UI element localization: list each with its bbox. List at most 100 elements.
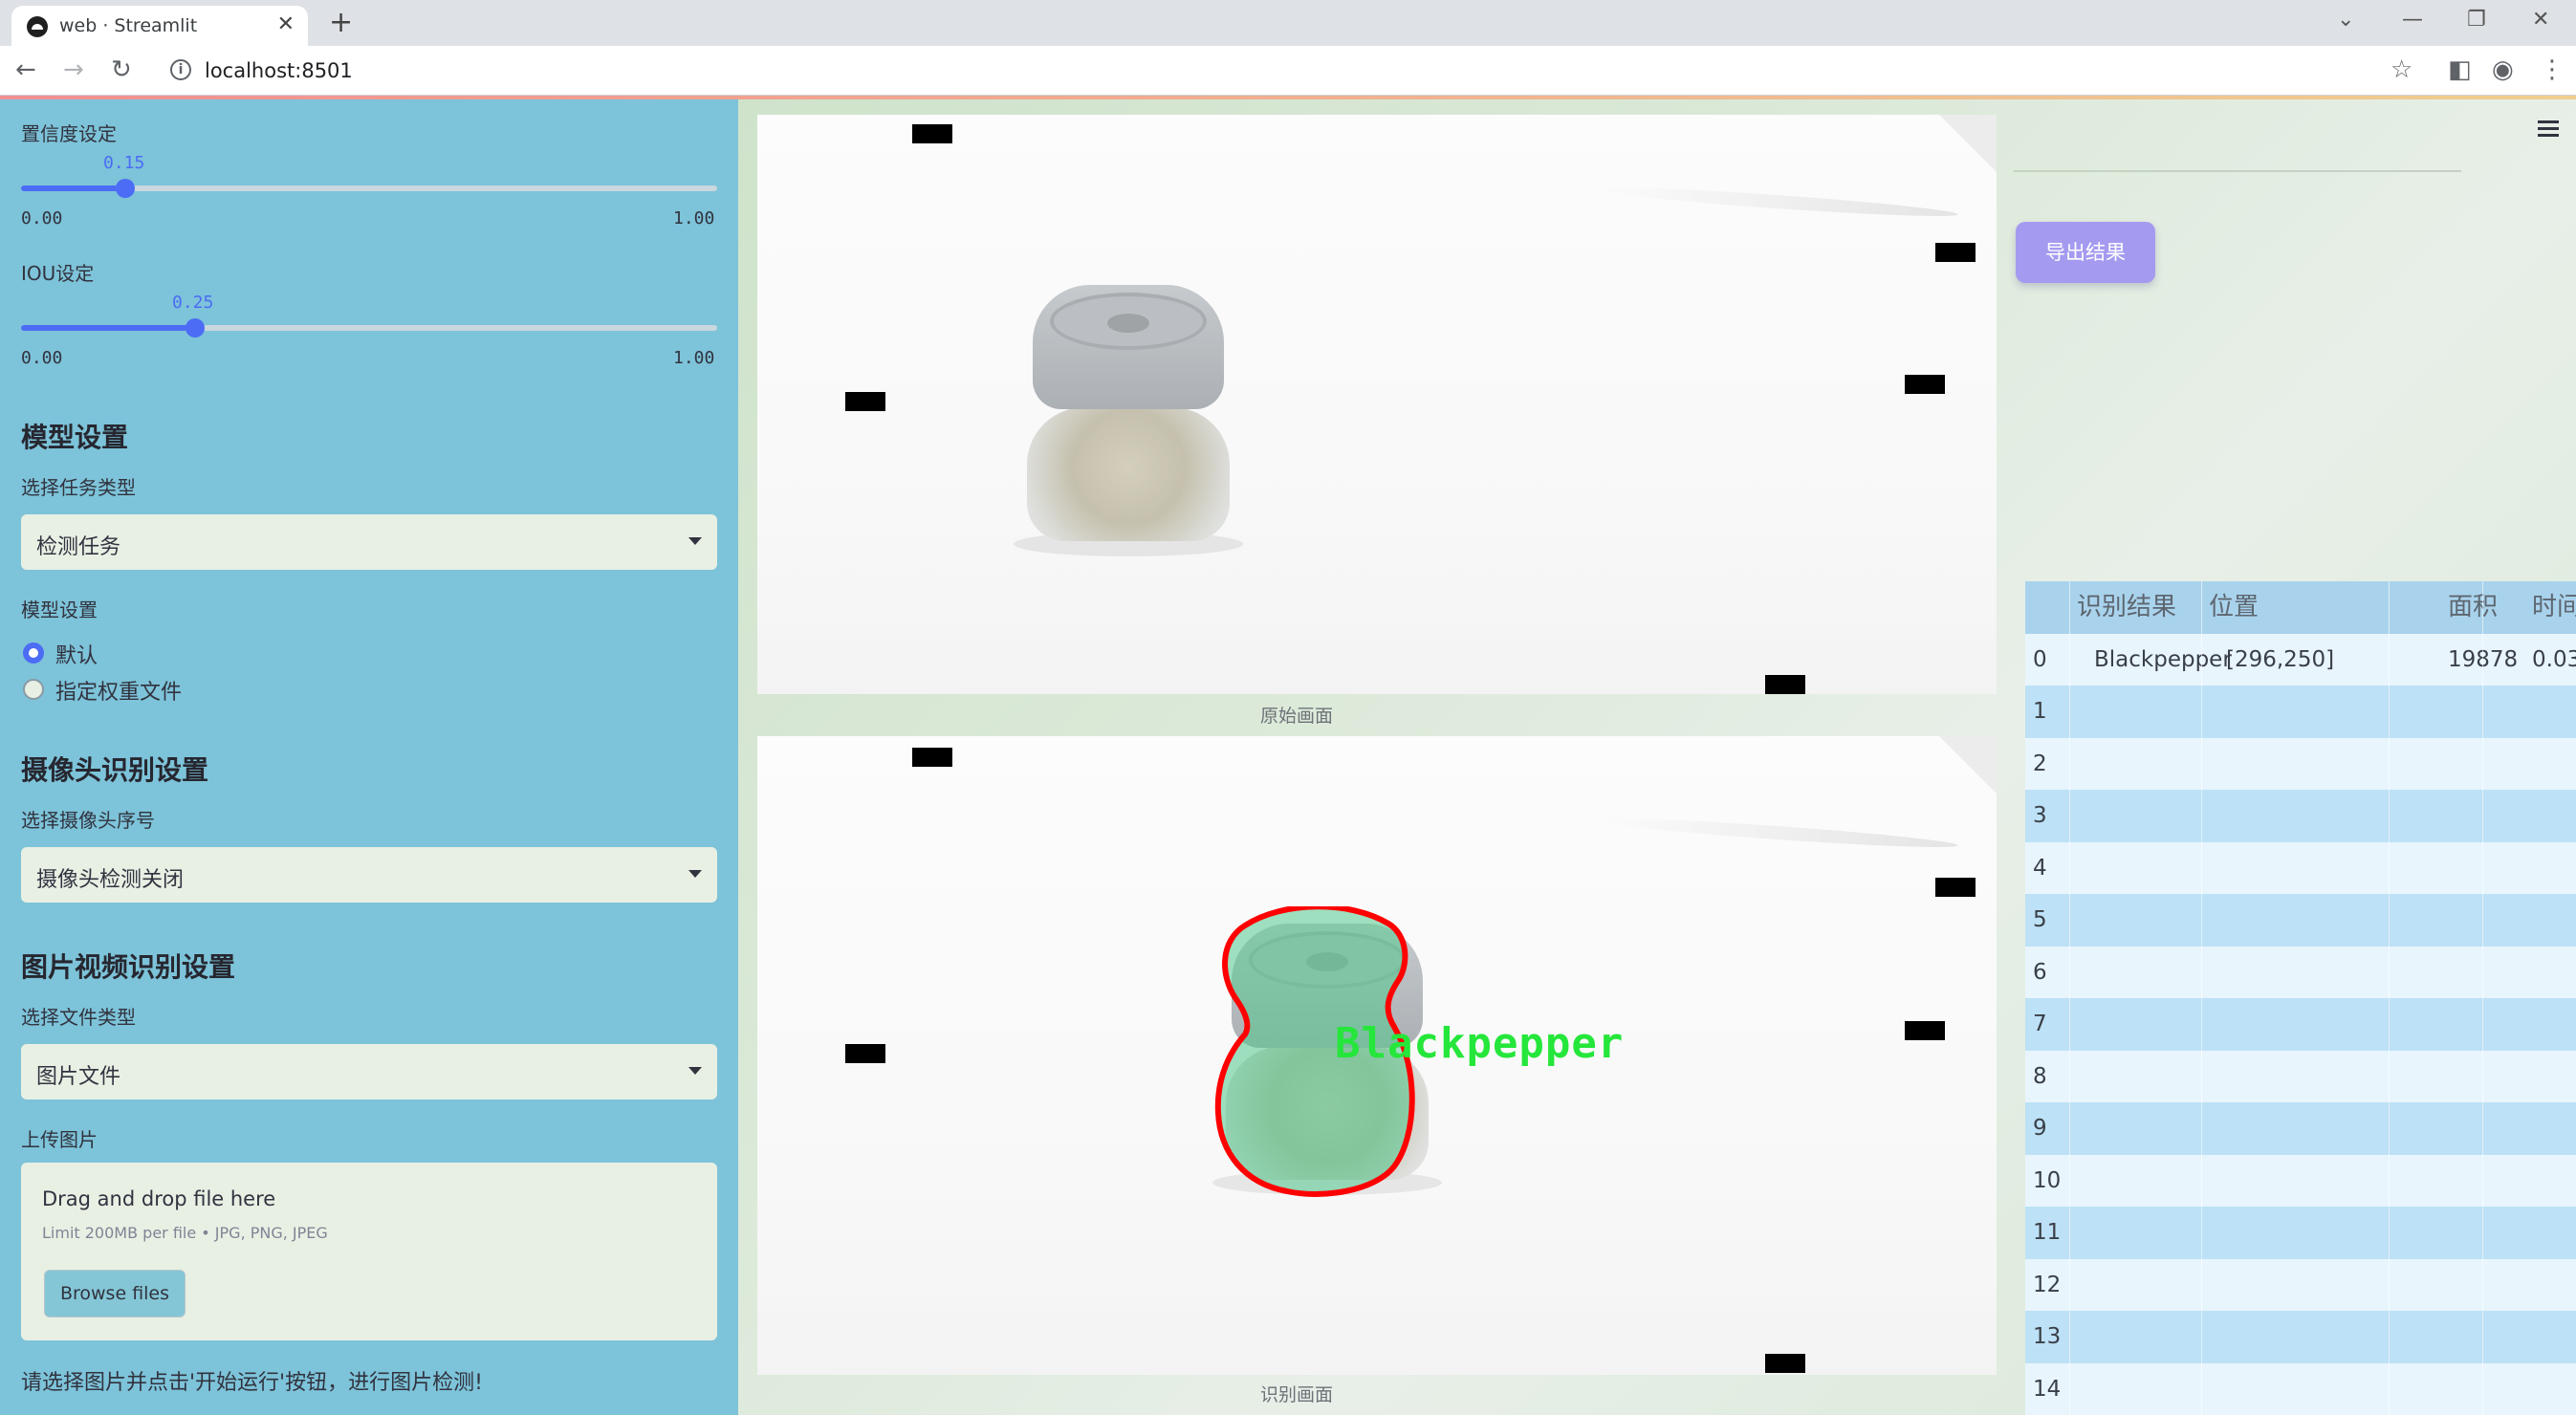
table-row[interactable]: 1 — [2025, 686, 2576, 738]
redaction-marker — [1765, 1354, 1805, 1373]
row-index: 2 — [2033, 751, 2047, 776]
row-index: 1 — [2033, 699, 2047, 724]
site-info-icon[interactable]: i — [170, 59, 191, 80]
restore-icon[interactable]: ❐ — [2467, 8, 2486, 32]
streamlit-favicon-icon — [27, 16, 48, 37]
camera-index-value: 摄像头检测关闭 — [36, 868, 185, 892]
task-type-select[interactable]: 检测任务 — [21, 514, 717, 570]
detection-label: Blackpepper — [1335, 1019, 1625, 1068]
row-index: 7 — [2033, 1012, 2047, 1036]
minimize-icon[interactable]: — — [2402, 8, 2423, 32]
table-header-row[interactable]: 识别结果 位置 面积 时间 — [2025, 581, 2576, 634]
redaction-marker — [1905, 1021, 1945, 1040]
redaction-marker — [912, 124, 952, 143]
browser-tab[interactable]: web · Streamlit ✕ — [11, 6, 308, 46]
media-settings-heading: 图片视频识别设置 — [21, 951, 236, 983]
url-text[interactable]: localhost:8501 — [205, 59, 353, 82]
table-cell: Blackpepper — [2094, 646, 2232, 672]
radio-default-label[interactable]: 默认 — [55, 639, 98, 669]
table-row[interactable]: 14 — [2025, 1362, 2576, 1415]
table-row[interactable]: 5 — [2025, 894, 2576, 947]
column-header[interactable]: 时间 — [2532, 581, 2576, 634]
table-row[interactable]: 3 — [2025, 790, 2576, 842]
forward-icon[interactable]: → — [63, 55, 84, 84]
new-tab-icon[interactable]: + — [329, 6, 353, 39]
back-icon[interactable]: ← — [15, 55, 36, 84]
task-type-label: 选择任务类型 — [21, 476, 136, 499]
table-row[interactable]: 13 — [2025, 1311, 2576, 1363]
row-index: 0 — [2033, 646, 2047, 672]
task-type-value: 检测任务 — [36, 535, 121, 559]
tab-title: web · Streamlit — [59, 15, 198, 36]
url-field[interactable]: i localhost:8501 — [159, 52, 2454, 90]
model-settings-heading: 模型设置 — [21, 422, 129, 453]
reload-icon[interactable]: ↻ — [111, 55, 132, 84]
sidebar: 置信度设定 0.15 0.00 1.00 IOU设定 0.25 0.00 1.0… — [0, 99, 738, 1415]
main-content: 原始画面 Blackpepper 识别画面 导出结果 识别结果 位置 面积 时间 0 Bl… — [738, 99, 2576, 1415]
iou-min: 0.00 — [21, 348, 63, 368]
column-header[interactable]: 识别结果 — [2077, 581, 2176, 634]
radio-custom-weights[interactable] — [23, 679, 44, 700]
table-row[interactable]: 0 Blackpepper [296,250] 19878 0.03 — [2025, 633, 2576, 686]
table-row[interactable]: 7 — [2025, 998, 2576, 1051]
table-cell: 0.03 — [2532, 646, 2576, 672]
table-cell: [296,250] — [2226, 646, 2335, 672]
results-table[interactable]: 识别结果 位置 面积 时间 0 Blackpepper [296,250] 19878 0.03… — [2025, 581, 2576, 1415]
hamburger-menu-icon[interactable] — [2538, 120, 2559, 138]
confidence-slider-thumb[interactable] — [116, 179, 136, 198]
row-index: 6 — [2033, 959, 2047, 985]
dropzone-title: Drag and drop file here — [42, 1187, 276, 1210]
iou-slider-fill — [21, 325, 195, 331]
chevron-down-icon — [688, 537, 702, 545]
file-type-select[interactable]: 图片文件 — [21, 1044, 717, 1099]
divider — [2014, 170, 2461, 172]
file-dropzone[interactable]: Drag and drop file here Limit 200MB per … — [21, 1163, 717, 1340]
side-panel-icon[interactable]: ◧ — [2448, 55, 2472, 84]
browser-menu-icon[interactable]: ⋮ — [2540, 55, 2565, 84]
table-row[interactable]: 9 — [2025, 1102, 2576, 1155]
confidence-max: 1.00 — [673, 208, 715, 229]
redaction-marker — [912, 748, 952, 767]
table-row[interactable]: 10 — [2025, 1154, 2576, 1207]
radio-custom-weights-label[interactable]: 指定权重文件 — [55, 675, 182, 706]
table-row[interactable]: 4 — [2025, 841, 2576, 894]
camera-index-select[interactable]: 摄像头检测关闭 — [21, 847, 717, 903]
table-row[interactable]: 6 — [2025, 946, 2576, 998]
address-bar: ← → ↻ i localhost:8501 ☆ ◧ ◉ ⋮ — [0, 46, 2576, 96]
browse-files-button[interactable]: Browse files — [44, 1270, 186, 1317]
profile-avatar-icon[interactable]: ◉ — [2492, 55, 2514, 84]
upload-label: 上传图片 — [21, 1128, 98, 1151]
chevron-down-icon — [688, 1067, 702, 1075]
window-close-icon[interactable]: ✕ — [2532, 8, 2549, 32]
radio-default[interactable] — [23, 642, 44, 664]
export-results-button[interactable]: 导出结果 — [2016, 222, 2155, 283]
row-index: 9 — [2033, 1116, 2047, 1141]
column-header[interactable]: 面积 — [2448, 581, 2498, 634]
confidence-slider[interactable] — [21, 179, 717, 198]
redaction-marker — [1765, 675, 1805, 694]
row-index: 13 — [2033, 1324, 2062, 1349]
table-row[interactable]: 8 — [2025, 1050, 2576, 1102]
row-index: 3 — [2033, 803, 2047, 828]
column-header[interactable]: 位置 — [2209, 581, 2259, 634]
tab-search-chevron-icon[interactable]: ⌄ — [2337, 8, 2354, 32]
confidence-slider-fill — [21, 185, 126, 191]
file-type-value: 图片文件 — [36, 1065, 121, 1089]
table-row[interactable]: 2 — [2025, 737, 2576, 790]
browser-tab-bar: web · Streamlit ✕ + ⌄ — ❐ ✕ — [0, 0, 2576, 46]
bookmark-star-icon[interactable]: ☆ — [2390, 55, 2412, 84]
camera-index-label: 选择摄像头序号 — [21, 809, 155, 832]
table-row[interactable]: 11 — [2025, 1207, 2576, 1259]
redaction-marker — [1935, 878, 1976, 897]
redaction-marker — [845, 392, 885, 411]
confidence-label: 置信度设定 — [21, 122, 117, 145]
redaction-marker — [845, 1044, 885, 1063]
iou-slider[interactable] — [21, 318, 717, 337]
model-label: 模型设置 — [21, 599, 98, 621]
table-row[interactable]: 12 — [2025, 1258, 2576, 1311]
tab-close-icon[interactable]: ✕ — [277, 12, 295, 36]
row-index: 5 — [2033, 907, 2047, 932]
detection-image: Blackpepper — [757, 736, 1997, 1375]
instruction-text: 请选择图片并点击'开始运行'按钮，进行图片检测! — [21, 1371, 483, 1395]
iou-slider-thumb[interactable] — [186, 318, 205, 337]
